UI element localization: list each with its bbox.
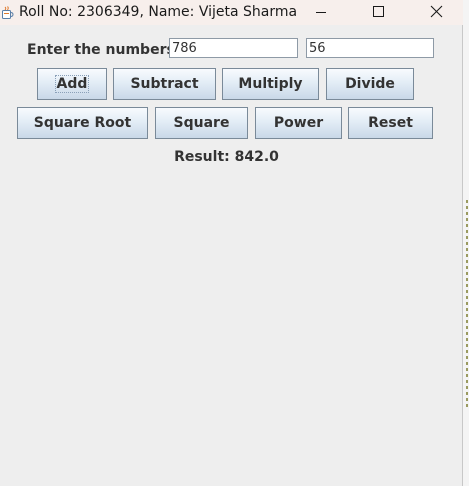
title-bar[interactable]: Roll No: 2306349, Name: Vijeta Sharma xyxy=(0,0,463,25)
add-button-label: Add xyxy=(54,75,90,93)
reset-button[interactable]: Reset xyxy=(348,107,433,139)
subtract-button[interactable]: Subtract xyxy=(113,68,216,100)
square-button[interactable]: Square xyxy=(155,107,248,139)
power-button[interactable]: Power xyxy=(255,107,342,139)
background-divider xyxy=(466,200,468,410)
background-edge xyxy=(463,0,469,486)
window-title: Roll No: 2306349, Name: Vijeta Sharma xyxy=(19,4,298,20)
minimize-button[interactable] xyxy=(298,0,344,25)
multiply-button[interactable]: Multiply xyxy=(222,68,319,100)
square-root-button[interactable]: Square Root xyxy=(17,107,148,139)
minimize-icon xyxy=(316,12,326,13)
first-number-field[interactable] xyxy=(169,38,298,58)
power-button-label: Power xyxy=(273,115,324,131)
subtract-button-label: Subtract xyxy=(130,76,199,92)
divide-button[interactable]: Divide xyxy=(326,68,414,100)
maximize-icon xyxy=(373,6,384,17)
square-button-label: Square xyxy=(173,115,230,131)
close-icon xyxy=(430,5,443,18)
reset-button-label: Reset xyxy=(368,115,413,131)
java-app-icon xyxy=(1,5,14,19)
divide-button-label: Divide xyxy=(345,76,395,92)
add-button[interactable]: Add xyxy=(37,68,107,100)
multiply-button-label: Multiply xyxy=(238,76,303,92)
result-label: Result: 842.0 xyxy=(174,149,279,165)
calculator-window: Roll No: 2306349, Name: Vijeta Sharma En… xyxy=(0,0,463,486)
maximize-button[interactable] xyxy=(355,0,401,25)
numbers-label: Enter the numbers: xyxy=(27,42,181,58)
second-number-field[interactable] xyxy=(306,38,434,58)
close-button[interactable] xyxy=(413,0,459,25)
square-root-button-label: Square Root xyxy=(33,115,132,131)
